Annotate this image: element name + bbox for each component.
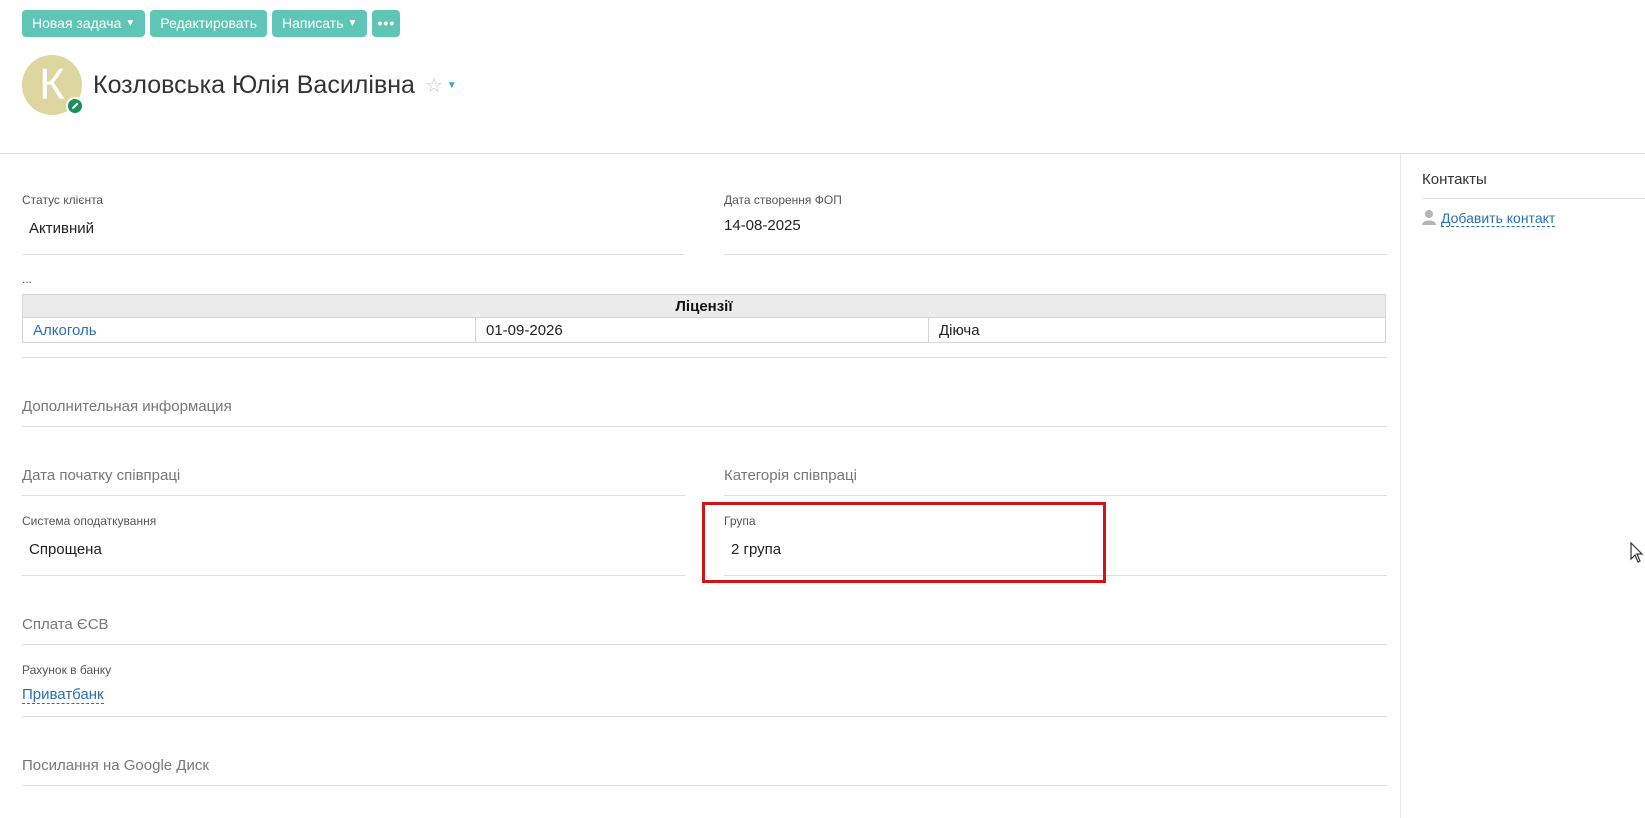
esv-heading[interactable]: Сплата ЄСВ	[22, 616, 109, 633]
fop-date-field: Дата створення ФОП	[724, 193, 842, 207]
divider	[22, 254, 685, 255]
additional-info-heading[interactable]: Дополнительная информация	[22, 398, 232, 415]
fop-date-value[interactable]: 14-08-2025	[724, 217, 801, 234]
divider	[724, 495, 1387, 496]
license-status: Діюча	[928, 317, 1386, 343]
highlight-box	[702, 502, 1106, 583]
licenses-table: Ліцензії Алкоголь 01-09-2026 Діюча	[22, 294, 1386, 343]
pencil-icon[interactable]	[66, 97, 84, 115]
toolbar: Новая задача ▼ Редактировать Написать ▼ …	[22, 10, 401, 37]
divider	[724, 254, 1387, 255]
mouse-cursor-icon	[1630, 541, 1644, 569]
table-row: Алкоголь 01-09-2026 Діюча	[22, 317, 1386, 343]
category-heading[interactable]: Категорія співпраці	[724, 467, 857, 484]
write-button[interactable]: Написать ▼	[272, 10, 368, 37]
tax-system-value[interactable]: Спрощена	[29, 541, 102, 558]
divider	[1422, 198, 1645, 199]
licenses-title: Ліцензії	[22, 294, 1386, 318]
divider	[22, 785, 1387, 786]
add-contact-label[interactable]: Добавить контакт	[1441, 210, 1556, 227]
divider	[22, 357, 1387, 358]
bank-link[interactable]: Приватбанк	[22, 686, 104, 704]
more-button[interactable]: •••	[372, 10, 401, 37]
edit-button[interactable]: Редактировать	[150, 10, 267, 37]
client-status-label: Статус клієнта	[22, 193, 104, 207]
ellipsis: ...	[22, 272, 33, 286]
page-title: Козловська Юлія Василівна	[93, 70, 415, 99]
user-icon	[1422, 209, 1436, 228]
divider	[22, 575, 685, 576]
write-label: Написать	[282, 15, 344, 31]
tax-system-field: Система оподаткування	[22, 514, 156, 528]
avatar[interactable]: К	[22, 55, 84, 115]
divider	[22, 495, 685, 496]
divider	[22, 716, 1387, 717]
tax-system-label: Система оподаткування	[22, 514, 157, 528]
edit-label: Редактировать	[160, 15, 257, 31]
start-date-heading[interactable]: Дата початку співпраці	[22, 467, 180, 484]
new-task-button[interactable]: Новая задача ▼	[22, 10, 146, 37]
divider	[22, 644, 1387, 645]
divider	[1400, 153, 1401, 818]
client-status-field: Статус клієнта	[22, 193, 103, 207]
bank-label: Рахунок в банку	[22, 663, 112, 677]
client-status-value[interactable]: Активний	[29, 220, 94, 237]
divider	[0, 153, 1645, 154]
bank-field: Рахунок в банку	[22, 663, 111, 677]
record-header: К Козловська Юлія Василівна ☆ ▼	[22, 55, 457, 115]
chevron-down-icon[interactable]: ▼	[447, 80, 457, 91]
google-drive-heading[interactable]: Посилання на Google Диск	[22, 757, 209, 774]
chevron-down-icon: ▼	[347, 18, 358, 29]
new-task-label: Новая задача	[32, 15, 122, 31]
bank-field-value: Приватбанк	[22, 686, 104, 704]
star-icon[interactable]: ☆	[425, 73, 443, 98]
more-icon: •••	[377, 15, 396, 31]
add-contact-button[interactable]: Добавить контакт	[1422, 209, 1556, 228]
license-name-link[interactable]: Алкоголь	[22, 317, 476, 343]
divider	[22, 426, 1387, 427]
contacts-title: Контакты	[1422, 171, 1487, 188]
chevron-down-icon: ▼	[125, 18, 136, 29]
fop-date-label: Дата створення ФОП	[724, 193, 842, 207]
avatar-letter: К	[39, 60, 65, 109]
license-date: 01-09-2026	[475, 317, 929, 343]
